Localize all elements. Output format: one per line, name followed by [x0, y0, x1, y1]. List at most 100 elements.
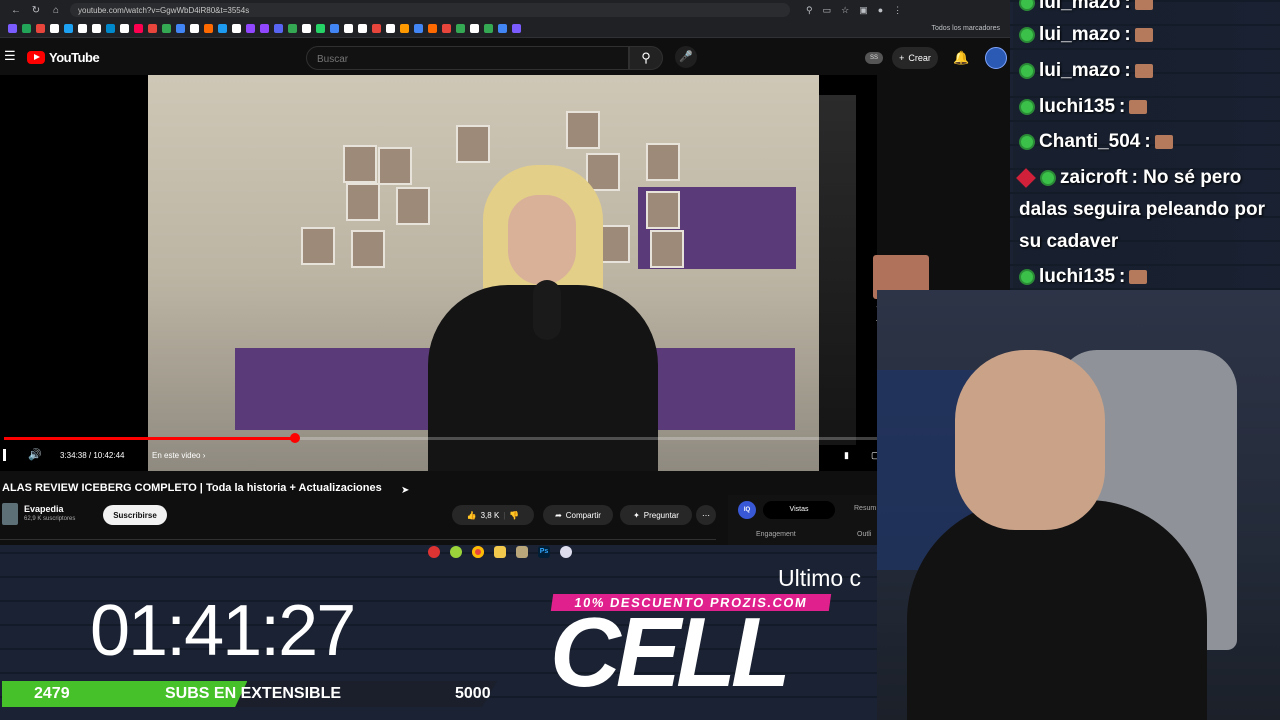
bookmark-favicon-icon[interactable]	[470, 24, 479, 33]
account-avatar[interactable]	[985, 47, 1007, 69]
streamer-shirt	[907, 500, 1207, 720]
video-title: ALAS REVIEW ICEBERG COMPLETO | Toda la h…	[2, 482, 382, 494]
chat-username[interactable]: luchi135	[1039, 266, 1115, 288]
bookmark-favicon-icon[interactable]	[498, 24, 507, 33]
video-side-strip	[819, 95, 856, 445]
app-icon-other[interactable]	[560, 546, 572, 558]
extensions-icon[interactable]: ▣	[859, 5, 868, 16]
bookmark-favicon-icon[interactable]	[106, 24, 115, 33]
bookmark-favicon-icon[interactable]	[134, 24, 143, 33]
bookmark-favicon-icon[interactable]	[8, 24, 17, 33]
chat-badge-icon	[1019, 27, 1035, 43]
bookmark-favicon-icon[interactable]	[372, 24, 381, 33]
app-icon-minecraft[interactable]	[516, 546, 528, 558]
iq-badge[interactable]: IQ	[738, 501, 756, 519]
bookmark-favicon-icon[interactable]	[232, 24, 241, 33]
subscribe-button[interactable]: Suscribirse	[103, 505, 167, 525]
notifications-bell-icon[interactable]: 🔔	[953, 50, 969, 66]
like-button[interactable]: 👍 3,8 K | 👎	[452, 505, 534, 525]
wall-photo	[343, 145, 377, 183]
home-icon[interactable]: ⌂	[50, 5, 62, 16]
bookmark-favicon-icon[interactable]	[176, 24, 185, 33]
app-icon-spotify[interactable]	[450, 546, 462, 558]
bookmark-favicon-icon[interactable]	[456, 24, 465, 33]
bookmark-favicon-icon[interactable]	[64, 24, 73, 33]
bookmark-favicon-icon[interactable]	[162, 24, 171, 33]
app-icon-recorder[interactable]	[428, 546, 440, 558]
bookmark-favicon-icon[interactable]	[386, 24, 395, 33]
wall-photo	[396, 187, 430, 225]
bookmark-favicon-icon[interactable]	[22, 24, 31, 33]
tab-vistas[interactable]: Vistas	[763, 501, 835, 519]
video-frame[interactable]	[148, 75, 819, 471]
volume-icon[interactable]: 🔊	[28, 448, 42, 461]
app-icon-photoshop[interactable]: Ps	[538, 546, 550, 558]
hamburger-menu-icon[interactable]: ☰	[4, 48, 16, 64]
pause-icon[interactable]	[3, 449, 6, 461]
app-icon-folder[interactable]	[494, 546, 506, 558]
chat-message: lui_mazo:	[1019, 24, 1153, 46]
voice-search-button[interactable]: 🎤	[675, 46, 697, 68]
bookmark-favicon-icon[interactable]	[260, 24, 269, 33]
youtube-logo-text: YouTube	[49, 50, 100, 65]
bookmark-favicon-icon[interactable]	[246, 24, 255, 33]
bookmark-favicon-icon[interactable]	[92, 24, 101, 33]
back-icon[interactable]: ←	[10, 5, 22, 16]
share-page-icon[interactable]: ▭	[823, 5, 832, 16]
address-bar[interactable]: youtube.com/watch?v=GgwWbD4iR80&t=3554s	[70, 3, 790, 17]
tab-resumen[interactable]: Resum	[854, 505, 876, 512]
chat-username[interactable]: lui_mazo	[1039, 0, 1120, 14]
youtube-logo[interactable]: YouTube	[27, 50, 100, 65]
chat-username[interactable]: lui_mazo	[1039, 60, 1120, 82]
bookmark-favicon-icon[interactable]	[316, 24, 325, 33]
bookmark-favicon-icon[interactable]	[148, 24, 157, 33]
more-actions-button[interactable]: ⋯	[696, 505, 716, 525]
chat-username[interactable]: lui_mazo	[1039, 24, 1120, 46]
chat-message-continuation: dalas seguira peleando por su cadaver	[1019, 199, 1266, 252]
bookmark-favicon-icon[interactable]	[218, 24, 227, 33]
bookmark-favicon-icon[interactable]	[190, 24, 199, 33]
bookmark-favicon-icon[interactable]	[302, 24, 311, 33]
channel-name[interactable]: Evapedia	[24, 504, 64, 514]
bookmark-star-icon[interactable]: ☆	[841, 5, 849, 16]
wall-photo	[301, 227, 335, 265]
bookmark-favicon-icon[interactable]	[414, 24, 423, 33]
miniplayer-icon[interactable]: ▮	[844, 450, 849, 461]
bookmark-favicon-icon[interactable]	[344, 24, 353, 33]
subs-goal-label: SUBS EN EXTENSIBLE	[165, 685, 342, 702]
chat-username[interactable]: luchi135	[1039, 96, 1115, 118]
bookmark-favicon-icon[interactable]	[428, 24, 437, 33]
bookmark-favicon-icon[interactable]	[358, 24, 367, 33]
bookmark-favicon-icon[interactable]	[288, 24, 297, 33]
chat-username[interactable]: zaicroft	[1060, 167, 1128, 189]
profile-icon[interactable]: ●	[878, 5, 883, 16]
all-bookmarks-folder[interactable]: Todos los marcadores	[932, 25, 1000, 32]
bookmark-favicon-icon[interactable]	[512, 24, 521, 33]
bookmark-favicon-icon[interactable]	[204, 24, 213, 33]
channel-avatar[interactable]	[2, 503, 18, 525]
bookmark-favicon-icon[interactable]	[120, 24, 129, 33]
search-input[interactable]	[307, 47, 619, 71]
bookmark-favicon-icon[interactable]	[78, 24, 87, 33]
bookmark-favicon-icon[interactable]	[484, 24, 493, 33]
thumbs-down-icon[interactable]: 👎	[509, 511, 519, 520]
chat-username[interactable]: Chanti_504	[1039, 131, 1140, 153]
bookmark-favicon-icon[interactable]	[36, 24, 45, 33]
app-icon-chrome[interactable]	[472, 546, 484, 558]
wall-photo	[346, 183, 380, 221]
bookmark-favicon-icon[interactable]	[400, 24, 409, 33]
bookmark-favicon-icon[interactable]	[330, 24, 339, 33]
ask-button[interactable]: ✦ Preguntar	[620, 505, 692, 525]
zoom-icon[interactable]: ⚲	[806, 5, 813, 16]
chat-emote-icon	[1134, 0, 1153, 10]
create-button[interactable]: + Crear	[892, 47, 938, 69]
reload-icon[interactable]: ↻	[30, 5, 42, 16]
bookmark-favicon-icon[interactable]	[274, 24, 283, 33]
menu-dots-icon[interactable]: ⋮	[893, 5, 902, 16]
chapter-button[interactable]: En este video ›	[152, 451, 205, 460]
search-button[interactable]: ⚲	[629, 46, 663, 70]
ss-badge[interactable]: SS	[865, 52, 883, 64]
bookmark-favicon-icon[interactable]	[50, 24, 59, 33]
bookmark-favicon-icon[interactable]	[442, 24, 451, 33]
share-button[interactable]: ➦ Compartir	[543, 505, 613, 525]
